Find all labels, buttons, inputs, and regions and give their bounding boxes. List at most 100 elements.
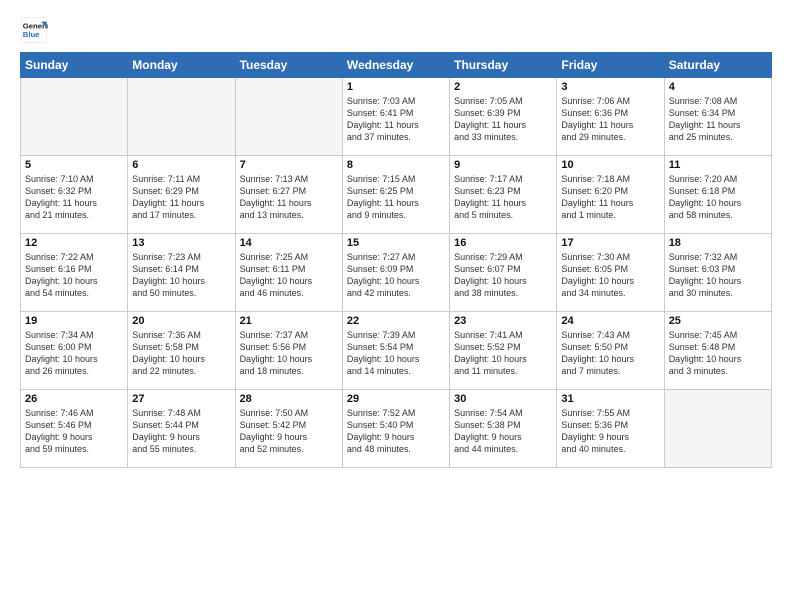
day-info: Sunrise: 7:11 AM Sunset: 6:29 PM Dayligh… [132,173,230,222]
week-row-3: 12Sunrise: 7:22 AM Sunset: 6:16 PM Dayli… [21,234,772,312]
day-number: 10 [561,159,659,171]
calendar-cell: 18 Sunrise: 7:32 AM Sunset: 6:03 PM Dayli… [664,234,771,312]
day-number: 6 [132,159,230,171]
calendar-cell: 8 Sunrise: 7:15 AM Sunset: 6:25 PM Daylig… [342,156,449,234]
calendar-cell [21,78,128,156]
calendar-cell [664,390,771,468]
week-row-5: 26 Sunrise: 7:46 AM Sunset: 5:46 PM Dayli… [21,390,772,468]
day-info: Sunrise: 7:03 AM Sunset: 6:41 PM Dayligh… [347,95,445,144]
day-number: 29 [347,393,445,405]
week-row-2: 5 Sunrise: 7:10 AM Sunset: 6:32 PM Daylig… [21,156,772,234]
day-info: Sunrise: 7:06 AM Sunset: 6:36 PM Dayligh… [561,95,659,144]
weekday-header-thursday: Thursday [450,53,557,78]
day-number: 27 [132,393,230,405]
calendar-cell: 15 Sunrise: 7:27 AM Sunset: 6:09 PM Dayli… [342,234,449,312]
day-number: 15 [347,237,445,249]
day-info: Sunrise: 7:43 AM Sunset: 5:50 PM Dayligh… [561,329,659,378]
day-info: Sunrise: 7:25 AM Sunset: 6:11 PM Dayligh… [240,251,338,300]
day-number: 21 [240,315,338,327]
calendar-cell: 7Sunrise: 7:13 AM Sunset: 6:27 PM Daylig… [235,156,342,234]
weekday-header-sunday: Sunday [21,53,128,78]
calendar-cell: 24Sunrise: 7:43 AM Sunset: 5:50 PM Dayli… [557,312,664,390]
weekday-header-saturday: Saturday [664,53,771,78]
day-info: Sunrise: 7:17 AM Sunset: 6:23 PM Dayligh… [454,173,552,222]
weekday-header-monday: Monday [128,53,235,78]
day-info: Sunrise: 7:48 AM Sunset: 5:44 PM Dayligh… [132,407,230,456]
calendar-cell: 6 Sunrise: 7:11 AM Sunset: 6:29 PM Daylig… [128,156,235,234]
calendar-cell: 28Sunrise: 7:50 AM Sunset: 5:42 PM Dayli… [235,390,342,468]
calendar-cell: 27 Sunrise: 7:48 AM Sunset: 5:44 PM Dayli… [128,390,235,468]
calendar-cell: 10 Sunrise: 7:18 AM Sunset: 6:20 PM Dayli… [557,156,664,234]
day-info: Sunrise: 7:08 AM Sunset: 6:34 PM Dayligh… [669,95,767,144]
calendar-cell: 4Sunrise: 7:08 AM Sunset: 6:34 PM Daylig… [664,78,771,156]
day-info: Sunrise: 7:52 AM Sunset: 5:40 PM Dayligh… [347,407,445,456]
logo: General Blue [20,16,52,44]
day-number: 14 [240,237,338,249]
day-info: Sunrise: 7:41 AM Sunset: 5:52 PM Dayligh… [454,329,552,378]
day-info: Sunrise: 7:55 AM Sunset: 5:36 PM Dayligh… [561,407,659,456]
day-number: 31 [561,393,659,405]
calendar-cell: 5 Sunrise: 7:10 AM Sunset: 6:32 PM Daylig… [21,156,128,234]
calendar-cell [128,78,235,156]
day-number: 20 [132,315,230,327]
day-number: 5 [25,159,123,171]
day-info: Sunrise: 7:39 AM Sunset: 5:54 PM Dayligh… [347,329,445,378]
calendar-cell: 13 Sunrise: 7:23 AM Sunset: 6:14 PM Dayli… [128,234,235,312]
calendar-cell: 25 Sunrise: 7:45 AM Sunset: 5:48 PM Dayli… [664,312,771,390]
calendar-cell: 22 Sunrise: 7:39 AM Sunset: 5:54 PM Dayli… [342,312,449,390]
calendar-cell: 20 Sunrise: 7:36 AM Sunset: 5:58 PM Dayli… [128,312,235,390]
day-number: 23 [454,315,552,327]
day-number: 26 [25,393,123,405]
day-info: Sunrise: 7:10 AM Sunset: 6:32 PM Dayligh… [25,173,123,222]
calendar-cell: 12Sunrise: 7:22 AM Sunset: 6:16 PM Dayli… [21,234,128,312]
weekday-header-wednesday: Wednesday [342,53,449,78]
day-number: 18 [669,237,767,249]
calendar-cell: 26 Sunrise: 7:46 AM Sunset: 5:46 PM Dayli… [21,390,128,468]
day-info: Sunrise: 7:15 AM Sunset: 6:25 PM Dayligh… [347,173,445,222]
calendar-cell: 11 Sunrise: 7:20 AM Sunset: 6:18 PM Dayli… [664,156,771,234]
day-number: 13 [132,237,230,249]
week-row-4: 19 Sunrise: 7:34 AM Sunset: 6:00 PM Dayli… [21,312,772,390]
calendar-cell: 2 Sunrise: 7:05 AM Sunset: 6:39 PM Daylig… [450,78,557,156]
weekday-header-tuesday: Tuesday [235,53,342,78]
day-info: Sunrise: 7:45 AM Sunset: 5:48 PM Dayligh… [669,329,767,378]
day-info: Sunrise: 7:22 AM Sunset: 6:16 PM Dayligh… [25,251,123,300]
day-number: 9 [454,159,552,171]
calendar-cell: 30Sunrise: 7:54 AM Sunset: 5:38 PM Dayli… [450,390,557,468]
day-number: 25 [669,315,767,327]
weekday-header-row: SundayMondayTuesdayWednesdayThursdayFrid… [21,53,772,78]
calendar-cell: 14 Sunrise: 7:25 AM Sunset: 6:11 PM Dayli… [235,234,342,312]
calendar-cell: 31 Sunrise: 7:55 AM Sunset: 5:36 PM Dayli… [557,390,664,468]
day-number: 19 [25,315,123,327]
weekday-header-friday: Friday [557,53,664,78]
calendar-cell: 3Sunrise: 7:06 AM Sunset: 6:36 PM Daylig… [557,78,664,156]
calendar-cell: 21Sunrise: 7:37 AM Sunset: 5:56 PM Dayli… [235,312,342,390]
day-info: Sunrise: 7:23 AM Sunset: 6:14 PM Dayligh… [132,251,230,300]
day-number: 16 [454,237,552,249]
day-number: 30 [454,393,552,405]
day-number: 11 [669,159,767,171]
day-info: Sunrise: 7:34 AM Sunset: 6:00 PM Dayligh… [25,329,123,378]
day-info: Sunrise: 7:46 AM Sunset: 5:46 PM Dayligh… [25,407,123,456]
calendar-cell: 16 Sunrise: 7:29 AM Sunset: 6:07 PM Dayli… [450,234,557,312]
day-number: 2 [454,81,552,93]
calendar-cell: 19 Sunrise: 7:34 AM Sunset: 6:00 PM Dayli… [21,312,128,390]
calendar-cell: 1 Sunrise: 7:03 AM Sunset: 6:41 PM Daylig… [342,78,449,156]
day-number: 22 [347,315,445,327]
day-info: Sunrise: 7:50 AM Sunset: 5:42 PM Dayligh… [240,407,338,456]
calendar-cell: 29 Sunrise: 7:52 AM Sunset: 5:40 PM Dayli… [342,390,449,468]
day-info: Sunrise: 7:29 AM Sunset: 6:07 PM Dayligh… [454,251,552,300]
day-info: Sunrise: 7:20 AM Sunset: 6:18 PM Dayligh… [669,173,767,222]
day-number: 8 [347,159,445,171]
day-info: Sunrise: 7:05 AM Sunset: 6:39 PM Dayligh… [454,95,552,144]
calendar-cell: 23 Sunrise: 7:41 AM Sunset: 5:52 PM Dayli… [450,312,557,390]
day-info: Sunrise: 7:13 AM Sunset: 6:27 PM Dayligh… [240,173,338,222]
day-info: Sunrise: 7:32 AM Sunset: 6:03 PM Dayligh… [669,251,767,300]
day-info: Sunrise: 7:27 AM Sunset: 6:09 PM Dayligh… [347,251,445,300]
day-number: 1 [347,81,445,93]
day-info: Sunrise: 7:18 AM Sunset: 6:20 PM Dayligh… [561,173,659,222]
calendar-cell: 17Sunrise: 7:30 AM Sunset: 6:05 PM Dayli… [557,234,664,312]
calendar-cell [235,78,342,156]
day-info: Sunrise: 7:36 AM Sunset: 5:58 PM Dayligh… [132,329,230,378]
week-row-1: 1 Sunrise: 7:03 AM Sunset: 6:41 PM Daylig… [21,78,772,156]
